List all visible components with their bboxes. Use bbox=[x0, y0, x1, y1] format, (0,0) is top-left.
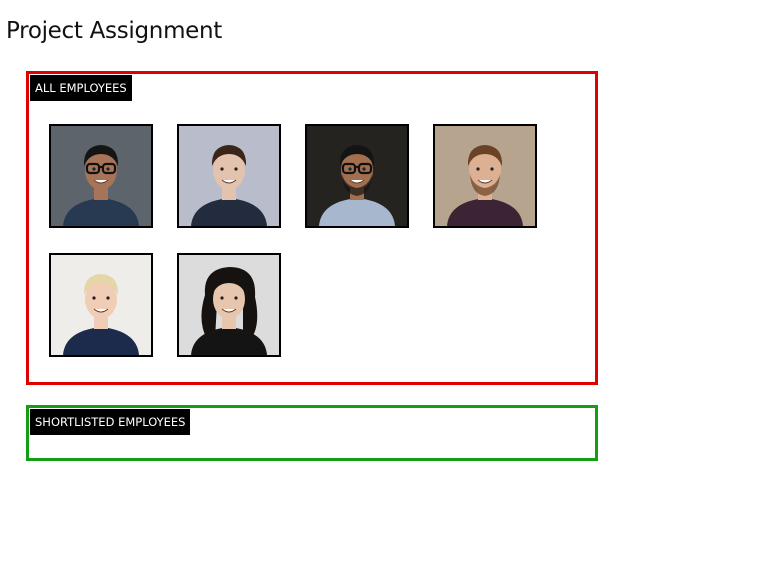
employee-photo-icon bbox=[179, 126, 279, 226]
employee-photo-icon bbox=[435, 126, 535, 226]
employee-card[interactable] bbox=[177, 253, 281, 357]
employee-card[interactable] bbox=[177, 124, 281, 228]
employee-card[interactable] bbox=[49, 124, 153, 228]
employee-card[interactable] bbox=[49, 253, 153, 357]
page-title: Project Assignment bbox=[6, 18, 223, 44]
employee-card[interactable] bbox=[433, 124, 537, 228]
all-employees-panel[interactable]: ALL EMPLOYEES bbox=[26, 71, 598, 385]
employee-photo-icon bbox=[51, 255, 151, 355]
employee-photo-icon bbox=[179, 255, 279, 355]
employee-photo-icon bbox=[51, 126, 151, 226]
employee-card[interactable] bbox=[305, 124, 409, 228]
shortlisted-employees-label: SHORTLISTED EMPLOYEES bbox=[30, 409, 191, 435]
all-employees-label: ALL EMPLOYEES bbox=[30, 75, 132, 101]
employee-photo-icon bbox=[307, 126, 407, 226]
shortlisted-employees-panel[interactable]: SHORTLISTED EMPLOYEES bbox=[26, 405, 598, 461]
